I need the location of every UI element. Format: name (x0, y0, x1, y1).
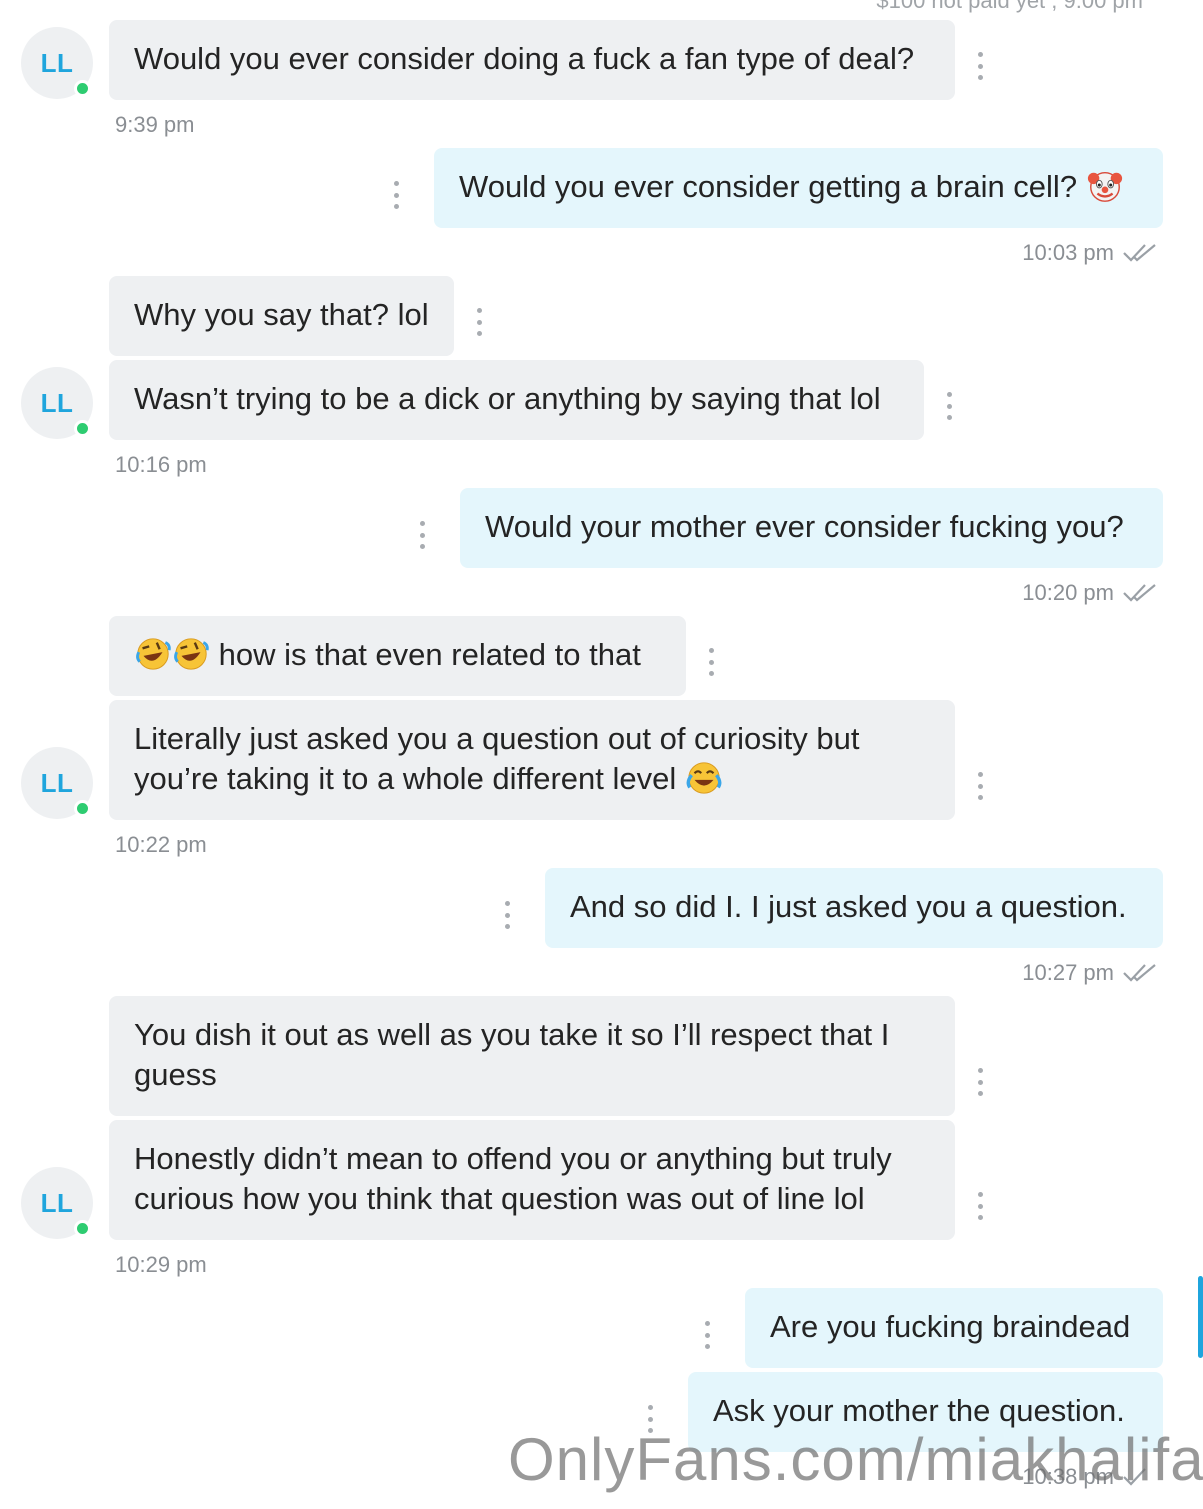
avatar[interactable]: LL (21, 747, 93, 819)
message-timestamp: 10:29 pm (115, 1252, 207, 1277)
message-options-icon[interactable] (978, 1192, 984, 1220)
online-status-icon (74, 800, 91, 817)
message-text: Why you say that? lol (134, 297, 429, 332)
timestamp-text: 10:27 pm (1022, 960, 1114, 985)
tears-of-joy-icon (686, 762, 722, 794)
avatar[interactable]: LL (21, 367, 93, 439)
message-text: And so did I. I just asked you a questio… (570, 889, 1127, 924)
message-options-icon[interactable] (505, 901, 511, 929)
message-text: Literally just asked you a question out … (134, 721, 860, 796)
rolling-on-floor-laughing-icon (136, 638, 171, 670)
avatar-initials: LL (40, 1187, 74, 1218)
message-options-icon[interactable] (420, 521, 426, 549)
message-bubble-incoming[interactable]: Honestly didn’t mean to offend you or an… (109, 1120, 955, 1240)
avatar[interactable]: LL (21, 1167, 93, 1239)
online-status-icon (74, 1220, 91, 1237)
message-timestamp: 10:22 pm (115, 832, 207, 857)
message-options-icon[interactable] (705, 1321, 711, 1349)
message-text: Would you ever consider doing a fuck a f… (134, 41, 915, 76)
watermark: OnlyFans.com/miakhalifa (508, 1426, 1203, 1493)
message-text: how is that even related to that (218, 637, 641, 672)
message-timestamp-outgoing: 10:20 pm (1022, 580, 1158, 606)
read-receipt-icon (1123, 964, 1156, 982)
avatar-initials: LL (40, 767, 74, 798)
online-status-icon (74, 80, 91, 97)
timestamp-text: 10:20 pm (1022, 580, 1114, 605)
message-bubble-outgoing[interactable]: And so did I. I just asked you a questio… (545, 868, 1163, 948)
message-text: Honestly didn’t mean to offend you or an… (134, 1141, 892, 1216)
message-bubble-incoming[interactable]: Wasn’t trying to be a dick or anything b… (109, 360, 924, 440)
message-text: You dish it out as well as you take it s… (134, 1017, 890, 1092)
online-status-icon (74, 420, 91, 437)
message-options-icon[interactable] (394, 181, 400, 209)
message-timestamp-outgoing: 10:27 pm (1022, 960, 1158, 986)
rolling-on-floor-laughing-icon (174, 638, 209, 670)
message-timestamp: 9:39 pm (115, 112, 195, 137)
message-text: Wasn’t trying to be a dick or anything b… (134, 381, 881, 416)
message-options-icon[interactable] (947, 392, 953, 420)
message-options-icon[interactable] (978, 52, 984, 80)
message-options-icon[interactable] (709, 648, 715, 676)
message-text: Would your mother ever consider fucking … (485, 509, 1124, 544)
message-timestamp: 10:16 pm (115, 452, 207, 477)
message-text: Are you fucking braindead (770, 1309, 1131, 1344)
message-bubble-outgoing[interactable]: Would you ever consider getting a brain … (434, 148, 1163, 228)
message-bubble-outgoing[interactable]: Are you fucking braindead (745, 1288, 1163, 1368)
message-bubble-incoming[interactable]: Why you say that? lol (109, 276, 454, 356)
read-receipt-icon (1123, 244, 1156, 262)
message-timestamp-outgoing: 10:03 pm (1022, 240, 1158, 266)
message-bubble-incoming[interactable]: how is that even related to that (109, 616, 686, 696)
read-receipt-icon (1123, 584, 1156, 602)
avatar-initials: LL (40, 47, 74, 78)
message-text: Would you ever consider getting a brain … (459, 169, 1078, 204)
message-bubble-incoming[interactable]: Literally just asked you a question out … (109, 700, 955, 820)
avatar-initials: LL (40, 387, 74, 418)
message-options-icon[interactable] (477, 308, 483, 336)
clown-face-icon (1087, 171, 1122, 202)
scrollbar-thumb[interactable] (1198, 1276, 1203, 1358)
message-bubble-incoming[interactable]: You dish it out as well as you take it s… (109, 996, 955, 1116)
message-bubble-outgoing[interactable]: Would your mother ever consider fucking … (460, 488, 1163, 568)
avatar[interactable]: LL (21, 27, 93, 99)
message-text: Ask your mother the question. (713, 1393, 1125, 1428)
timestamp-text: 10:03 pm (1022, 240, 1114, 265)
message-options-icon[interactable] (978, 772, 984, 800)
previous-message-status: $100 not paid yet , 9:00 pm (876, 0, 1143, 13)
message-options-icon[interactable] (978, 1068, 984, 1096)
message-bubble-incoming[interactable]: Would you ever consider doing a fuck a f… (109, 20, 955, 100)
